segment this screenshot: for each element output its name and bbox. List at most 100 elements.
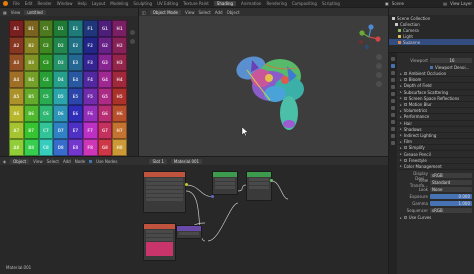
gizmo-z-icon[interactable]: [368, 24, 374, 30]
view-layer-tab-icon[interactable]: [391, 78, 395, 82]
editor-type-icon[interactable]: ▦: [3, 10, 7, 15]
workspace-tab-uv-editing[interactable]: UV Editing: [157, 1, 178, 6]
view-transform-label: View Transfo...: [409, 177, 428, 188]
scene-selector[interactable]: ▣ Scene: [385, 0, 404, 7]
modifier-tab-icon[interactable]: [391, 106, 395, 110]
outliner[interactable]: Scene Collection Collection Camera Light…: [389, 8, 474, 52]
viewport-denoise-checkbox[interactable]: [430, 66, 433, 69]
navigation-gizmo[interactable]: [356, 24, 382, 50]
viewport-menu-add[interactable]: Add: [215, 10, 223, 15]
output-socket-icon[interactable]: [185, 183, 188, 186]
gizmo-y-icon[interactable]: [359, 30, 365, 36]
uv-grid-cell: D3: [53, 54, 68, 71]
render-panel-header[interactable]: ▸ Color Management: [398, 164, 474, 170]
workspace-tab-modeling[interactable]: Modeling: [110, 1, 128, 6]
node-menu-view[interactable]: View: [33, 159, 43, 164]
blender-logo-icon[interactable]: [3, 1, 8, 6]
3d-viewport[interactable]: ◫ Object Mode View Select Add Object: [139, 8, 388, 156]
outliner-item-label: Scene Collection: [397, 15, 431, 21]
view-transform-dropdown[interactable]: Standard: [430, 180, 472, 185]
menu-file[interactable]: File: [13, 1, 20, 6]
render-panel-label: Screen Space Reflections: [408, 95, 460, 101]
menu-window[interactable]: Window: [57, 1, 73, 6]
uv-grid-image: A1 B1 C1 D1 E1 F1 G1 H1 A2 B2 C2 D2 E2 F2 G2 H2 A3 B3 C3 D3…: [9, 20, 127, 156]
render-tab-icon[interactable]: [391, 64, 395, 68]
principled-bsdf-node[interactable]: [212, 171, 238, 195]
viewport-editor-type-icon[interactable]: ◫: [142, 10, 146, 15]
exposure-row: Exposure 0.000: [398, 193, 474, 200]
expand-arrow-icon[interactable]: ▸: [400, 216, 402, 220]
panel-enable-checkbox[interactable]: [403, 103, 407, 107]
panel-enable-checkbox[interactable]: [403, 146, 407, 150]
particles-tab-icon[interactable]: [391, 113, 395, 117]
scene-tab-icon[interactable]: [391, 85, 395, 89]
menu-render[interactable]: Render: [37, 1, 51, 6]
viewport-menu-view[interactable]: View: [185, 10, 195, 15]
workspace-tab-compositing[interactable]: Compositing: [292, 1, 317, 6]
output-tab-icon[interactable]: [391, 71, 395, 75]
mapping-node[interactable]: [176, 225, 202, 239]
use-nodes-checkbox[interactable]: [89, 159, 93, 163]
node-menu-add[interactable]: Add: [63, 159, 71, 164]
material-output-node[interactable]: [246, 171, 272, 201]
perspective-toggle-icon[interactable]: [376, 81, 382, 87]
physics-tab-icon[interactable]: [391, 120, 395, 124]
menu-help[interactable]: Help: [77, 1, 86, 6]
gamma-field[interactable]: 1.000: [430, 201, 472, 206]
image-editor-view-menu[interactable]: View: [11, 10, 21, 15]
image-name-field[interactable]: untitled: [24, 9, 46, 15]
render-panel-label: Film: [403, 139, 412, 145]
node-editor-type-icon[interactable]: ◈: [3, 159, 6, 164]
outliner-item-selected[interactable]: Suzanne: [389, 39, 474, 45]
use-curves-checkbox[interactable]: [403, 216, 407, 219]
panel-enable-checkbox[interactable]: [403, 78, 407, 82]
properties-editor[interactable]: Viewport 16 Viewport Denoi... ▸ Ambient O…: [389, 53, 474, 274]
texture-coordinate-node[interactable]: [143, 171, 186, 213]
world-tab-icon[interactable]: [391, 92, 395, 96]
display-device-dropdown[interactable]: sRGB: [430, 173, 472, 178]
pan-view-icon[interactable]: [376, 63, 382, 69]
workspace-tab-scripting[interactable]: Scripting: [322, 1, 340, 6]
workspace-tab-shading[interactable]: Shading: [213, 1, 237, 6]
node-menu-node[interactable]: Node: [75, 159, 85, 164]
viewport-samples-field[interactable]: 16: [430, 58, 472, 63]
workspace-tab-rendering[interactable]: Rendering: [266, 1, 286, 6]
pan-icon[interactable]: [130, 39, 135, 44]
node-editor-header: ◈ Object View Select Add Node Use Nodes …: [0, 157, 388, 165]
viewport-menu-select[interactable]: Select: [198, 10, 210, 15]
data-tab-icon[interactable]: [391, 134, 395, 138]
suzanne-mesh[interactable]: [233, 53, 304, 130]
shader-node-editor[interactable]: ◈ Object View Select Add Node Use Nodes …: [0, 157, 388, 274]
viewport-menu-object[interactable]: Object: [227, 10, 240, 15]
camera-view-icon[interactable]: [376, 72, 382, 78]
menu-edit[interactable]: Edit: [25, 1, 33, 6]
panel-enable-checkbox[interactable]: [403, 96, 407, 100]
zoom-icon[interactable]: [130, 30, 135, 35]
node-object-dropdown[interactable]: Object: [10, 158, 30, 164]
material-selector[interactable]: Material.001: [170, 158, 203, 164]
object-mode-dropdown[interactable]: Object Mode: [149, 9, 181, 15]
workspace-tab-layout[interactable]: Layout: [92, 1, 106, 6]
view-layer-selector[interactable]: ▤ View Layer: [443, 0, 472, 7]
look-dropdown[interactable]: None: [430, 187, 472, 192]
material-tab-icon[interactable]: [391, 141, 395, 145]
gizmo-x-icon[interactable]: [375, 36, 381, 42]
panel-enable-checkbox[interactable]: [403, 158, 407, 162]
shader-socket-icon[interactable]: [270, 179, 273, 182]
image-texture-node[interactable]: [143, 223, 176, 261]
panel-enable-checkbox[interactable]: [403, 72, 407, 76]
tool-tab-icon[interactable]: [391, 57, 395, 61]
node-menu-select[interactable]: Select: [47, 159, 59, 164]
zoom-view-icon[interactable]: [376, 54, 382, 60]
input-socket-icon[interactable]: [211, 195, 214, 198]
sequencer-dropdown[interactable]: sRGB: [430, 208, 472, 213]
exposure-field[interactable]: 0.000: [430, 194, 472, 199]
object-tab-icon[interactable]: [391, 99, 395, 103]
workspace-tab-sculpting[interactable]: Sculpting: [133, 1, 152, 6]
slot-dropdown[interactable]: Slot 1: [149, 158, 167, 164]
constraints-tab-icon[interactable]: [391, 127, 395, 131]
workspace-tab-animation[interactable]: Animation: [241, 1, 261, 6]
image-editor[interactable]: ▦ View untitled A1 B1 C1 D1 E1 F1 G1 H1 A2 B2 C2 D2…: [0, 8, 138, 156]
render-panel-label: Depth of Field: [403, 83, 432, 89]
workspace-tab-texture-paint[interactable]: Texture Paint: [183, 1, 209, 6]
